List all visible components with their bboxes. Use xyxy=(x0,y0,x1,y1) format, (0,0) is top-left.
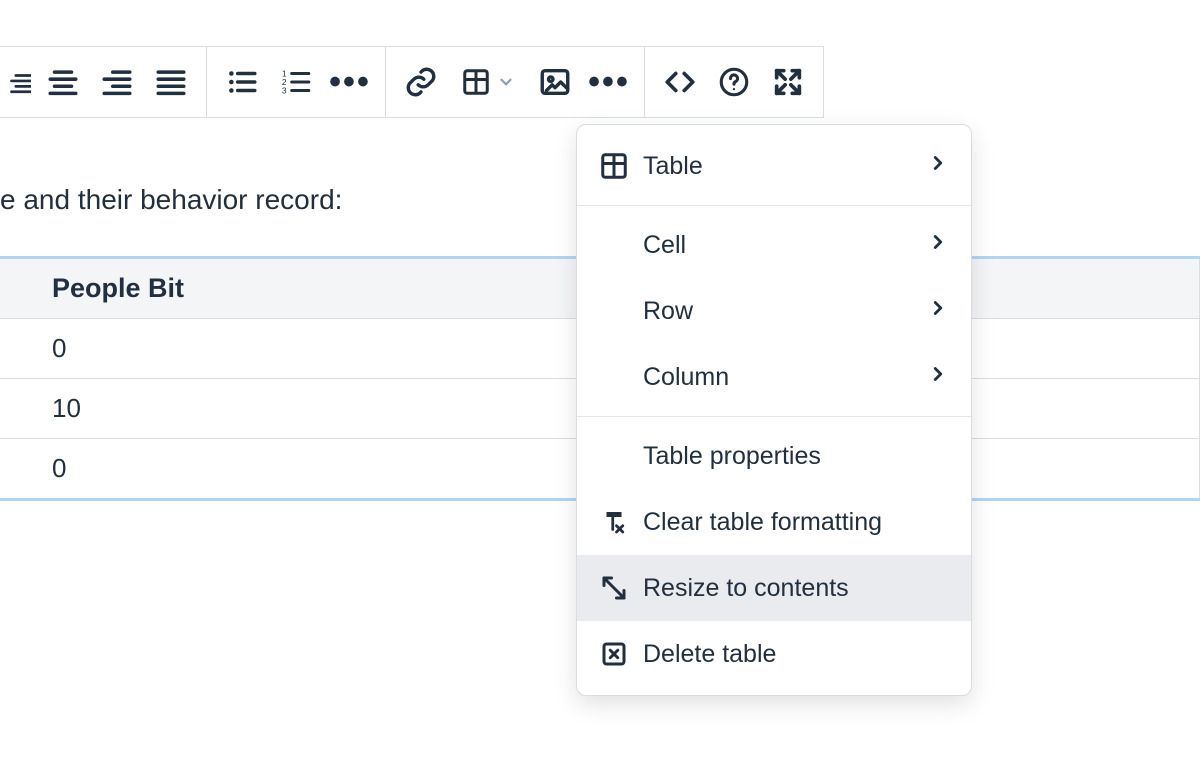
numbered-list-button[interactable]: 1 2 3 xyxy=(269,55,323,109)
table-icon xyxy=(461,67,491,97)
help-icon xyxy=(717,65,751,99)
bullet-list-icon xyxy=(225,65,259,99)
menu-label: Cell xyxy=(643,231,927,260)
code-icon xyxy=(663,65,697,99)
menu-label: Table xyxy=(643,152,927,181)
table-context-menu: Table Cell Row Column Table properties xyxy=(576,124,972,696)
align-justify-icon xyxy=(154,65,188,99)
menu-separator xyxy=(577,205,971,206)
numbered-list-icon: 1 2 3 xyxy=(279,65,313,99)
fullscreen-icon xyxy=(771,65,805,99)
align-left-icon xyxy=(5,65,31,99)
align-justify-button[interactable] xyxy=(144,55,198,109)
chevron-right-icon xyxy=(927,297,949,326)
more-insert-button[interactable]: ••• xyxy=(582,55,636,109)
table-button[interactable] xyxy=(448,55,528,109)
more-list-button[interactable]: ••• xyxy=(323,55,377,109)
menu-item-column[interactable]: Column xyxy=(577,344,971,410)
align-group xyxy=(0,46,207,118)
menu-item-table[interactable]: Table xyxy=(577,133,971,199)
link-button[interactable] xyxy=(394,55,448,109)
link-icon xyxy=(404,65,438,99)
code-button[interactable] xyxy=(653,55,707,109)
menu-item-clear-formatting[interactable]: Clear table formatting xyxy=(577,489,971,555)
chevron-right-icon xyxy=(927,231,949,260)
chevron-right-icon xyxy=(927,363,949,392)
menu-label: Resize to contents xyxy=(643,574,949,603)
fullscreen-button[interactable] xyxy=(761,55,815,109)
menu-label: Clear table formatting xyxy=(643,508,949,537)
chevron-down-icon xyxy=(497,73,515,91)
tools-group xyxy=(645,46,824,118)
menu-item-row[interactable]: Row xyxy=(577,278,971,344)
menu-label: Delete table xyxy=(643,640,949,669)
menu-item-table-properties[interactable]: Table properties xyxy=(577,423,971,489)
image-icon xyxy=(538,65,572,99)
align-center-icon xyxy=(46,65,80,99)
ellipsis-icon: ••• xyxy=(588,65,630,99)
menu-label: Column xyxy=(643,363,927,392)
align-left-button[interactable] xyxy=(0,55,36,109)
toolbar: 1 2 3 ••• xyxy=(0,46,1200,118)
chevron-right-icon xyxy=(927,152,949,181)
align-center-button[interactable] xyxy=(36,55,90,109)
list-group: 1 2 3 ••• xyxy=(207,46,386,118)
delete-icon xyxy=(599,639,643,669)
clear-formatting-icon xyxy=(599,507,643,537)
align-right-button[interactable] xyxy=(90,55,144,109)
align-right-icon xyxy=(100,65,134,99)
bullet-list-button[interactable] xyxy=(215,55,269,109)
menu-item-delete-table[interactable]: Delete table xyxy=(577,621,971,687)
help-button[interactable] xyxy=(707,55,761,109)
menu-label: Row xyxy=(643,297,927,326)
menu-item-cell[interactable]: Cell xyxy=(577,212,971,278)
menu-separator xyxy=(577,416,971,417)
table-icon xyxy=(599,151,643,181)
resize-icon xyxy=(599,573,643,603)
insert-group: ••• xyxy=(386,46,645,118)
menu-item-resize[interactable]: Resize to contents xyxy=(577,555,971,621)
svg-text:3: 3 xyxy=(282,85,287,95)
image-button[interactable] xyxy=(528,55,582,109)
menu-label: Table properties xyxy=(643,442,949,471)
ellipsis-icon: ••• xyxy=(329,65,371,99)
